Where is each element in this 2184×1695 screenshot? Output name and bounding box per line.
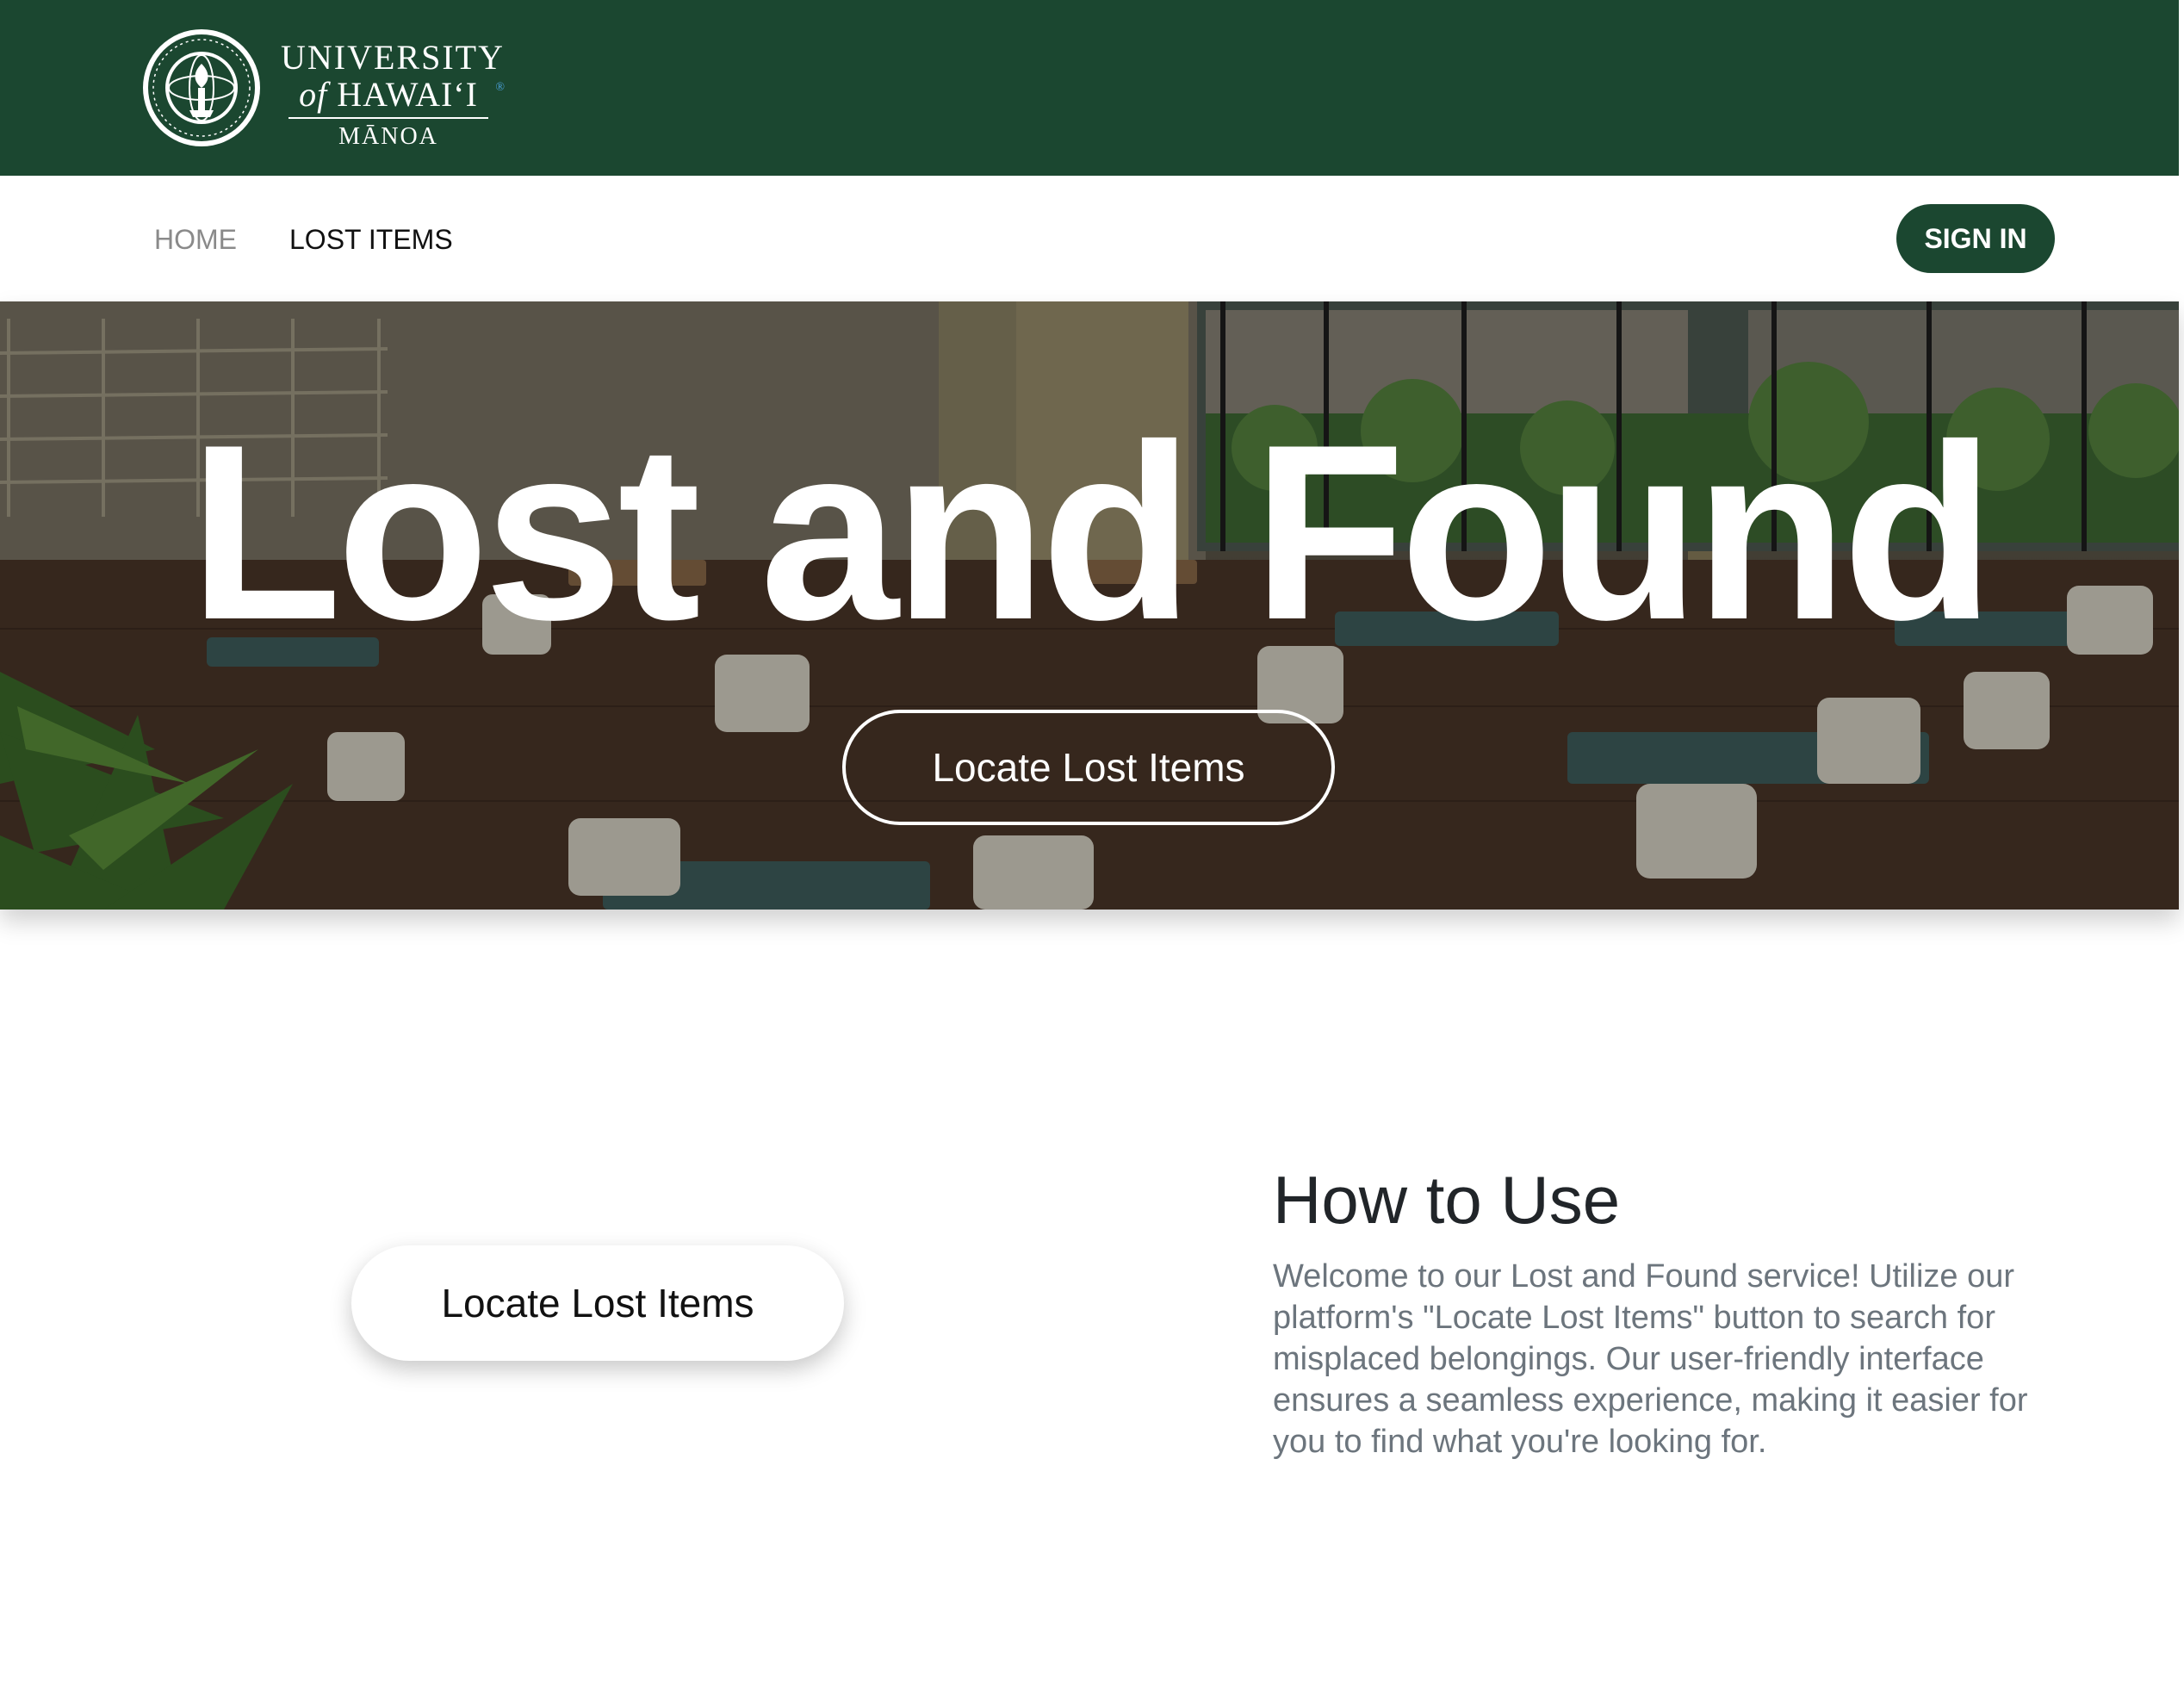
university-wordmark[interactable]: UNIVERSITY of HAWAI‘I MĀNOA ®: [281, 38, 505, 150]
brand-header: UNIVERSITY of HAWAI‘I MĀNOA ®: [0, 0, 2184, 176]
wordmark-of: of: [299, 75, 328, 114]
wordmark-line-2: of HAWAI‘I: [281, 78, 496, 112]
wordmark-rule: [289, 117, 488, 119]
university-seal-icon[interactable]: [141, 28, 262, 148]
window-edge: [2179, 0, 2184, 176]
hero-banner: Lost and Found Locate Lost Items: [0, 301, 2179, 910]
wordmark-line-1: UNIVERSITY: [281, 38, 505, 77]
hero-title: Lost and Found: [189, 393, 1995, 672]
nav-lost-items-link[interactable]: LOST ITEMS: [289, 222, 453, 257]
sign-in-button[interactable]: SIGN IN: [1896, 204, 2055, 273]
trademark-icon: ®: [495, 81, 505, 94]
hero-locate-lost-items-button[interactable]: Locate Lost Items: [842, 710, 1335, 825]
how-to-use-title: How to Use: [1273, 1162, 1621, 1238]
locate-lost-items-button[interactable]: Locate Lost Items: [351, 1245, 844, 1361]
nav-home-link[interactable]: HOME: [154, 222, 237, 257]
main-navbar: HOME LOST ITEMS SIGN IN: [0, 176, 2184, 301]
wordmark-hawaii: HAWAI‘I: [337, 75, 478, 114]
wordmark-line-3: MĀNOA: [338, 123, 438, 150]
how-to-use-description: Welcome to our Lost and Found service! U…: [1273, 1258, 2028, 1460]
